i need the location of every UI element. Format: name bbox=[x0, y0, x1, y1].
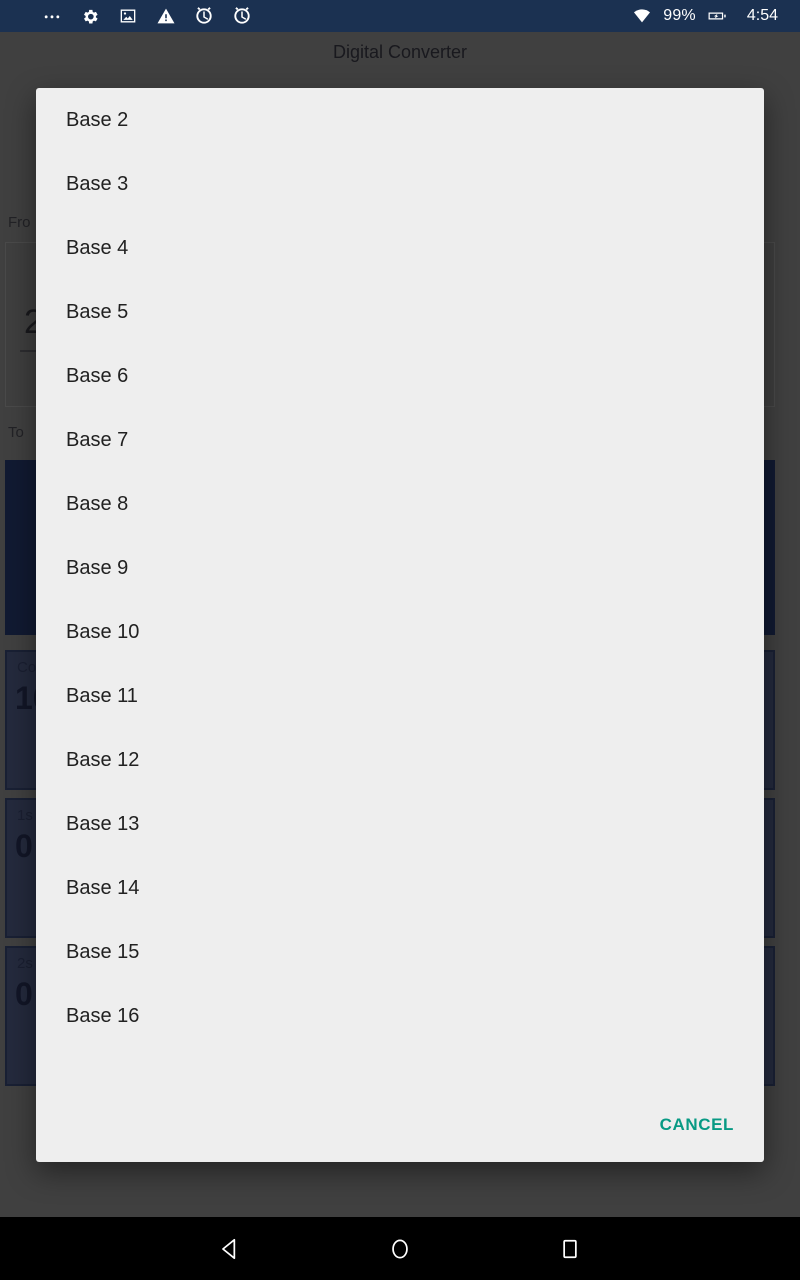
alarm-icon-1 bbox=[194, 6, 214, 26]
warning-icon bbox=[156, 6, 176, 26]
gear-icon bbox=[80, 6, 100, 26]
home-button[interactable] bbox=[350, 1217, 450, 1280]
base-select-dialog: Base 2 Base 3 Base 4 Base 5 Base 6 Base 7 Base… bbox=[36, 88, 764, 1162]
base-option-item[interactable]: Base 11 bbox=[36, 664, 764, 728]
recents-button[interactable] bbox=[520, 1217, 620, 1280]
wifi-icon bbox=[632, 6, 652, 26]
base-option-item[interactable]: Base 2 bbox=[36, 88, 764, 152]
back-triangle-icon bbox=[222, 1238, 236, 1259]
base-option-label: Base 8 bbox=[66, 492, 129, 515]
base-option-item[interactable]: Base 15 bbox=[36, 920, 764, 984]
base-option-item[interactable]: Base 8 bbox=[36, 472, 764, 536]
status-bar-system-icons: 99% 4:54 bbox=[632, 6, 800, 26]
dialog-action-row: CANCEL bbox=[36, 1088, 764, 1162]
base-option-label: Base 2 bbox=[66, 108, 129, 131]
battery-percent-label: 99% bbox=[663, 7, 696, 24]
image-icon bbox=[118, 6, 138, 26]
base-option-label: Base 16 bbox=[66, 1004, 140, 1027]
base-option-item[interactable]: Base 3 bbox=[36, 152, 764, 216]
home-circle-icon bbox=[392, 1238, 408, 1259]
recents-square-icon bbox=[563, 1239, 577, 1258]
status-bar: 99% 4:54 bbox=[0, 0, 800, 32]
device-screen: 99% 4:54 Digital Converter Fro 2 To Co 1… bbox=[0, 0, 800, 1280]
base-option-label: Base 5 bbox=[66, 300, 129, 323]
overflow-dots-icon bbox=[42, 6, 62, 26]
base-option-item[interactable]: Base 9 bbox=[36, 536, 764, 600]
status-bar-notification-icons bbox=[0, 6, 632, 26]
base-option-label: Base 11 bbox=[66, 684, 138, 707]
base-option-label: Base 9 bbox=[66, 556, 129, 579]
base-option-item[interactable]: Base 5 bbox=[36, 280, 764, 344]
base-option-item[interactable]: Base 13 bbox=[36, 792, 764, 856]
base-option-label: Base 4 bbox=[66, 236, 129, 259]
base-option-label: Base 13 bbox=[66, 812, 140, 835]
android-navigation-bar bbox=[0, 1217, 800, 1280]
base-option-label: Base 12 bbox=[66, 748, 140, 771]
base-option-item[interactable]: Base 14 bbox=[36, 856, 764, 920]
base-option-label: Base 3 bbox=[66, 172, 129, 195]
base-option-label: Base 15 bbox=[66, 940, 140, 963]
back-button[interactable] bbox=[180, 1217, 280, 1280]
base-option-item[interactable]: Base 16 bbox=[36, 984, 764, 1048]
base-option-list[interactable]: Base 2 Base 3 Base 4 Base 5 Base 6 Base 7 Base… bbox=[36, 88, 764, 1048]
base-option-label: Base 7 bbox=[66, 428, 129, 451]
base-option-item[interactable]: Base 10 bbox=[36, 600, 764, 664]
alarm-icon-2 bbox=[232, 6, 252, 26]
base-option-label: Base 14 bbox=[66, 876, 140, 899]
base-option-label: Base 6 bbox=[66, 364, 129, 387]
cancel-button[interactable]: CANCEL bbox=[660, 1115, 734, 1135]
base-option-item[interactable]: Base 4 bbox=[36, 216, 764, 280]
base-option-label: Base 10 bbox=[66, 620, 140, 643]
battery-charging-icon bbox=[707, 6, 727, 26]
base-option-item[interactable]: Base 7 bbox=[36, 408, 764, 472]
base-option-item[interactable]: Base 12 bbox=[36, 728, 764, 792]
status-bar-clock: 4:54 bbox=[746, 7, 778, 24]
base-option-item[interactable]: Base 6 bbox=[36, 344, 764, 408]
